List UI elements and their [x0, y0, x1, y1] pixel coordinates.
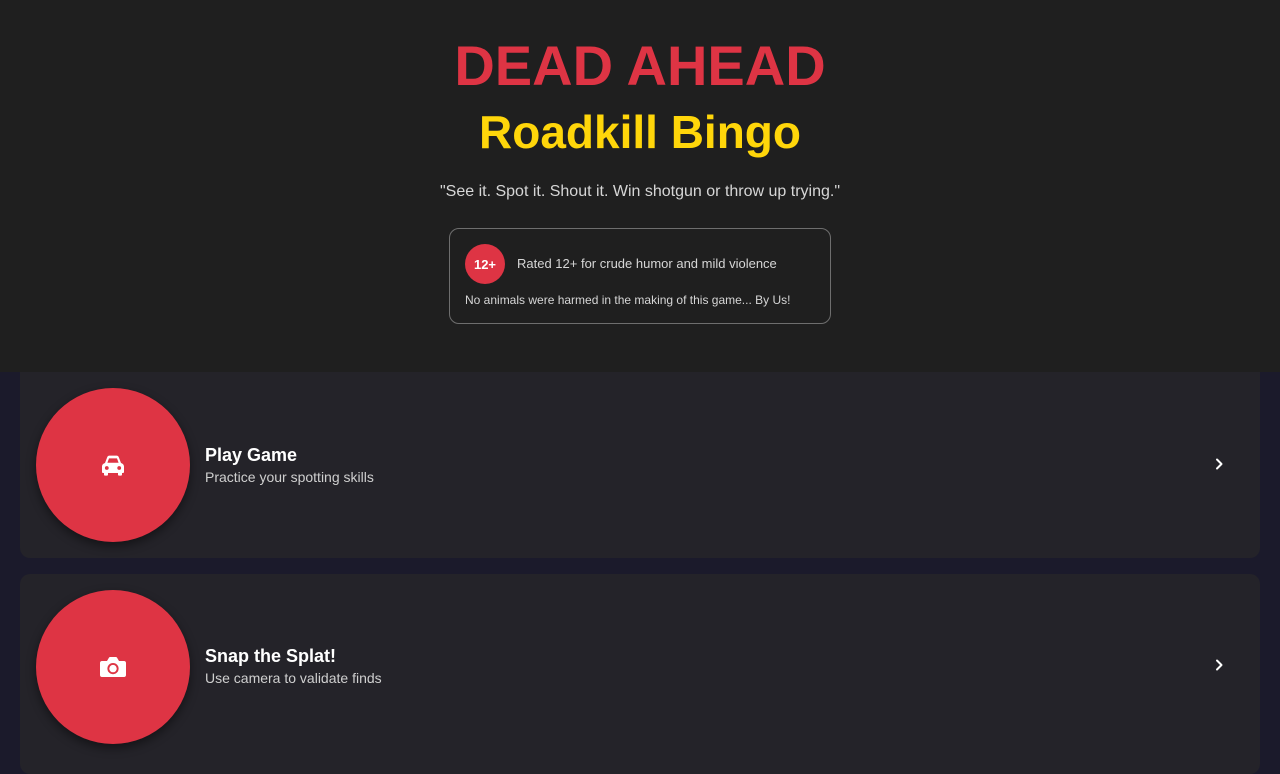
app-subtitle: Roadkill Bingo: [479, 106, 801, 158]
app-title: DEAD AHEAD: [454, 34, 826, 97]
app-header: DEAD AHEAD Roadkill Bingo "See it. Spot …: [0, 0, 1280, 372]
menu-item-description: Practice your spotting skills: [205, 469, 374, 485]
age-rating-text: Rated 12+ for crude humor and mild viole…: [517, 256, 777, 271]
menu-item-play-game[interactable]: Play Game Practice your spotting skills: [20, 372, 1260, 558]
menu-item-description: Use camera to validate finds: [205, 670, 382, 686]
tagline: "See it. Spot it. Shout it. Win shotgun …: [440, 183, 840, 200]
car-icon: [36, 388, 190, 542]
camera-icon: [36, 590, 190, 744]
menu-item-title: Snap the Splat!: [205, 646, 337, 666]
age-rating-badge: 12+: [465, 244, 505, 284]
age-rating-box: 12+ Rated 12+ for crude humor and mild v…: [449, 228, 831, 324]
chevron-right-icon: [1211, 657, 1227, 673]
chevron-right-icon: [1211, 456, 1227, 472]
menu-item-snap-the-splat[interactable]: Snap the Splat! Use camera to validate f…: [20, 574, 1260, 774]
disclaimer-note: No animals were harmed in the making of …: [465, 293, 791, 307]
menu-item-title: Play Game: [205, 445, 298, 465]
